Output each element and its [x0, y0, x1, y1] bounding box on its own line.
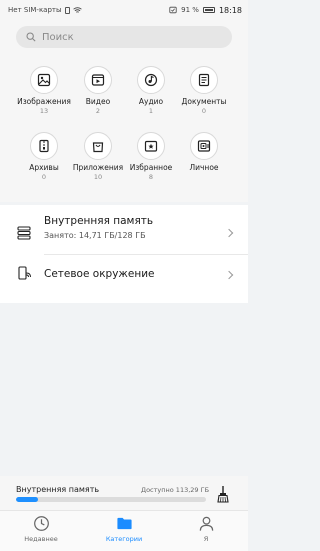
nav-categories[interactable]: Категории — [89, 515, 159, 543]
nav-me[interactable]: Я — [171, 515, 241, 543]
sim-icon — [64, 6, 70, 14]
chevron-right-icon — [224, 270, 234, 280]
category-count: 2 — [95, 107, 101, 115]
internal-storage-used: Занято: 14,71 ГБ/128 ГБ — [44, 231, 146, 240]
category-label: Документы — [181, 97, 227, 106]
search-input[interactable] — [42, 31, 212, 43]
top-area: Изображения 13 Видео 2 Ауд — [0, 20, 248, 202]
clock-time: 18:18 — [218, 5, 242, 15]
category-count: 1 — [148, 107, 154, 115]
clock-icon — [33, 516, 49, 531]
category-archives[interactable]: Архивы 0 — [13, 132, 75, 181]
folder-icon — [116, 517, 132, 530]
category-count: 8 — [148, 173, 154, 181]
category-label: Избранное — [129, 163, 173, 172]
network-device-icon — [18, 266, 31, 280]
storage-summary: Внутренняя память Доступно 113,29 ГБ — [0, 476, 248, 510]
nav-recent-label: Недавнее — [24, 535, 58, 543]
storage-free-text: Доступно 113,29 ГБ — [141, 486, 210, 494]
person-icon — [199, 516, 213, 531]
category-count: 0 — [201, 107, 207, 115]
network-title: Сетевое окружение — [44, 268, 155, 280]
battery-icon — [202, 7, 215, 13]
storage-progress-fill — [16, 497, 38, 502]
star-folder-icon — [144, 140, 158, 152]
alarm-icon — [169, 6, 177, 14]
carrier-text: Нет SIM-карты — [8, 6, 62, 14]
category-count: 13 — [39, 107, 49, 115]
category-private[interactable]: Личное — [173, 132, 235, 173]
video-icon — [91, 74, 105, 86]
safe-icon — [197, 140, 211, 152]
cleanup-broom-icon[interactable] — [216, 485, 230, 503]
nav-categories-label: Категории — [105, 535, 143, 543]
battery-percent: 91 % — [181, 6, 199, 14]
audio-icon — [144, 73, 158, 87]
category-count: 10 — [93, 173, 103, 181]
search-icon — [26, 32, 36, 42]
storage-summary-label: Внутренняя память — [16, 485, 100, 494]
chevron-right-icon — [224, 228, 234, 238]
category-label: Изображения — [17, 97, 71, 106]
app-bag-icon — [92, 142, 104, 153]
category-documents[interactable]: Документы 0 — [173, 66, 235, 115]
category-images[interactable]: Изображения 13 — [13, 66, 75, 115]
bottom-nav: Недавнее Категории Я — [0, 510, 248, 551]
internal-storage-row[interactable]: Внутренняя память Занято: 14,71 ГБ/128 Г… — [0, 213, 248, 253]
nav-recent[interactable]: Недавнее — [6, 515, 76, 543]
storage-drive-icon — [17, 226, 31, 240]
image-icon — [37, 73, 51, 87]
search-bar[interactable] — [16, 26, 232, 48]
category-count: 0 — [41, 173, 47, 181]
category-label: Архивы — [29, 163, 59, 172]
document-icon — [198, 73, 210, 87]
wifi-icon — [72, 6, 82, 13]
category-label: Личное — [189, 163, 219, 172]
category-label: Видео — [85, 97, 111, 106]
archive-icon — [39, 139, 49, 153]
network-row[interactable]: Сетевое окружение — [0, 257, 248, 293]
divider — [44, 254, 248, 255]
status-bar: Нет SIM-карты 91 % 18:18 — [0, 0, 248, 20]
internal-storage-title: Внутренняя память — [44, 215, 154, 227]
storage-progress-bar — [16, 497, 206, 502]
category-label: Приложения — [72, 163, 124, 172]
nav-me-label: Я — [203, 535, 209, 543]
category-label: Аудио — [138, 97, 164, 106]
storage-card: Внутренняя память Занято: 14,71 ГБ/128 Г… — [0, 205, 248, 303]
